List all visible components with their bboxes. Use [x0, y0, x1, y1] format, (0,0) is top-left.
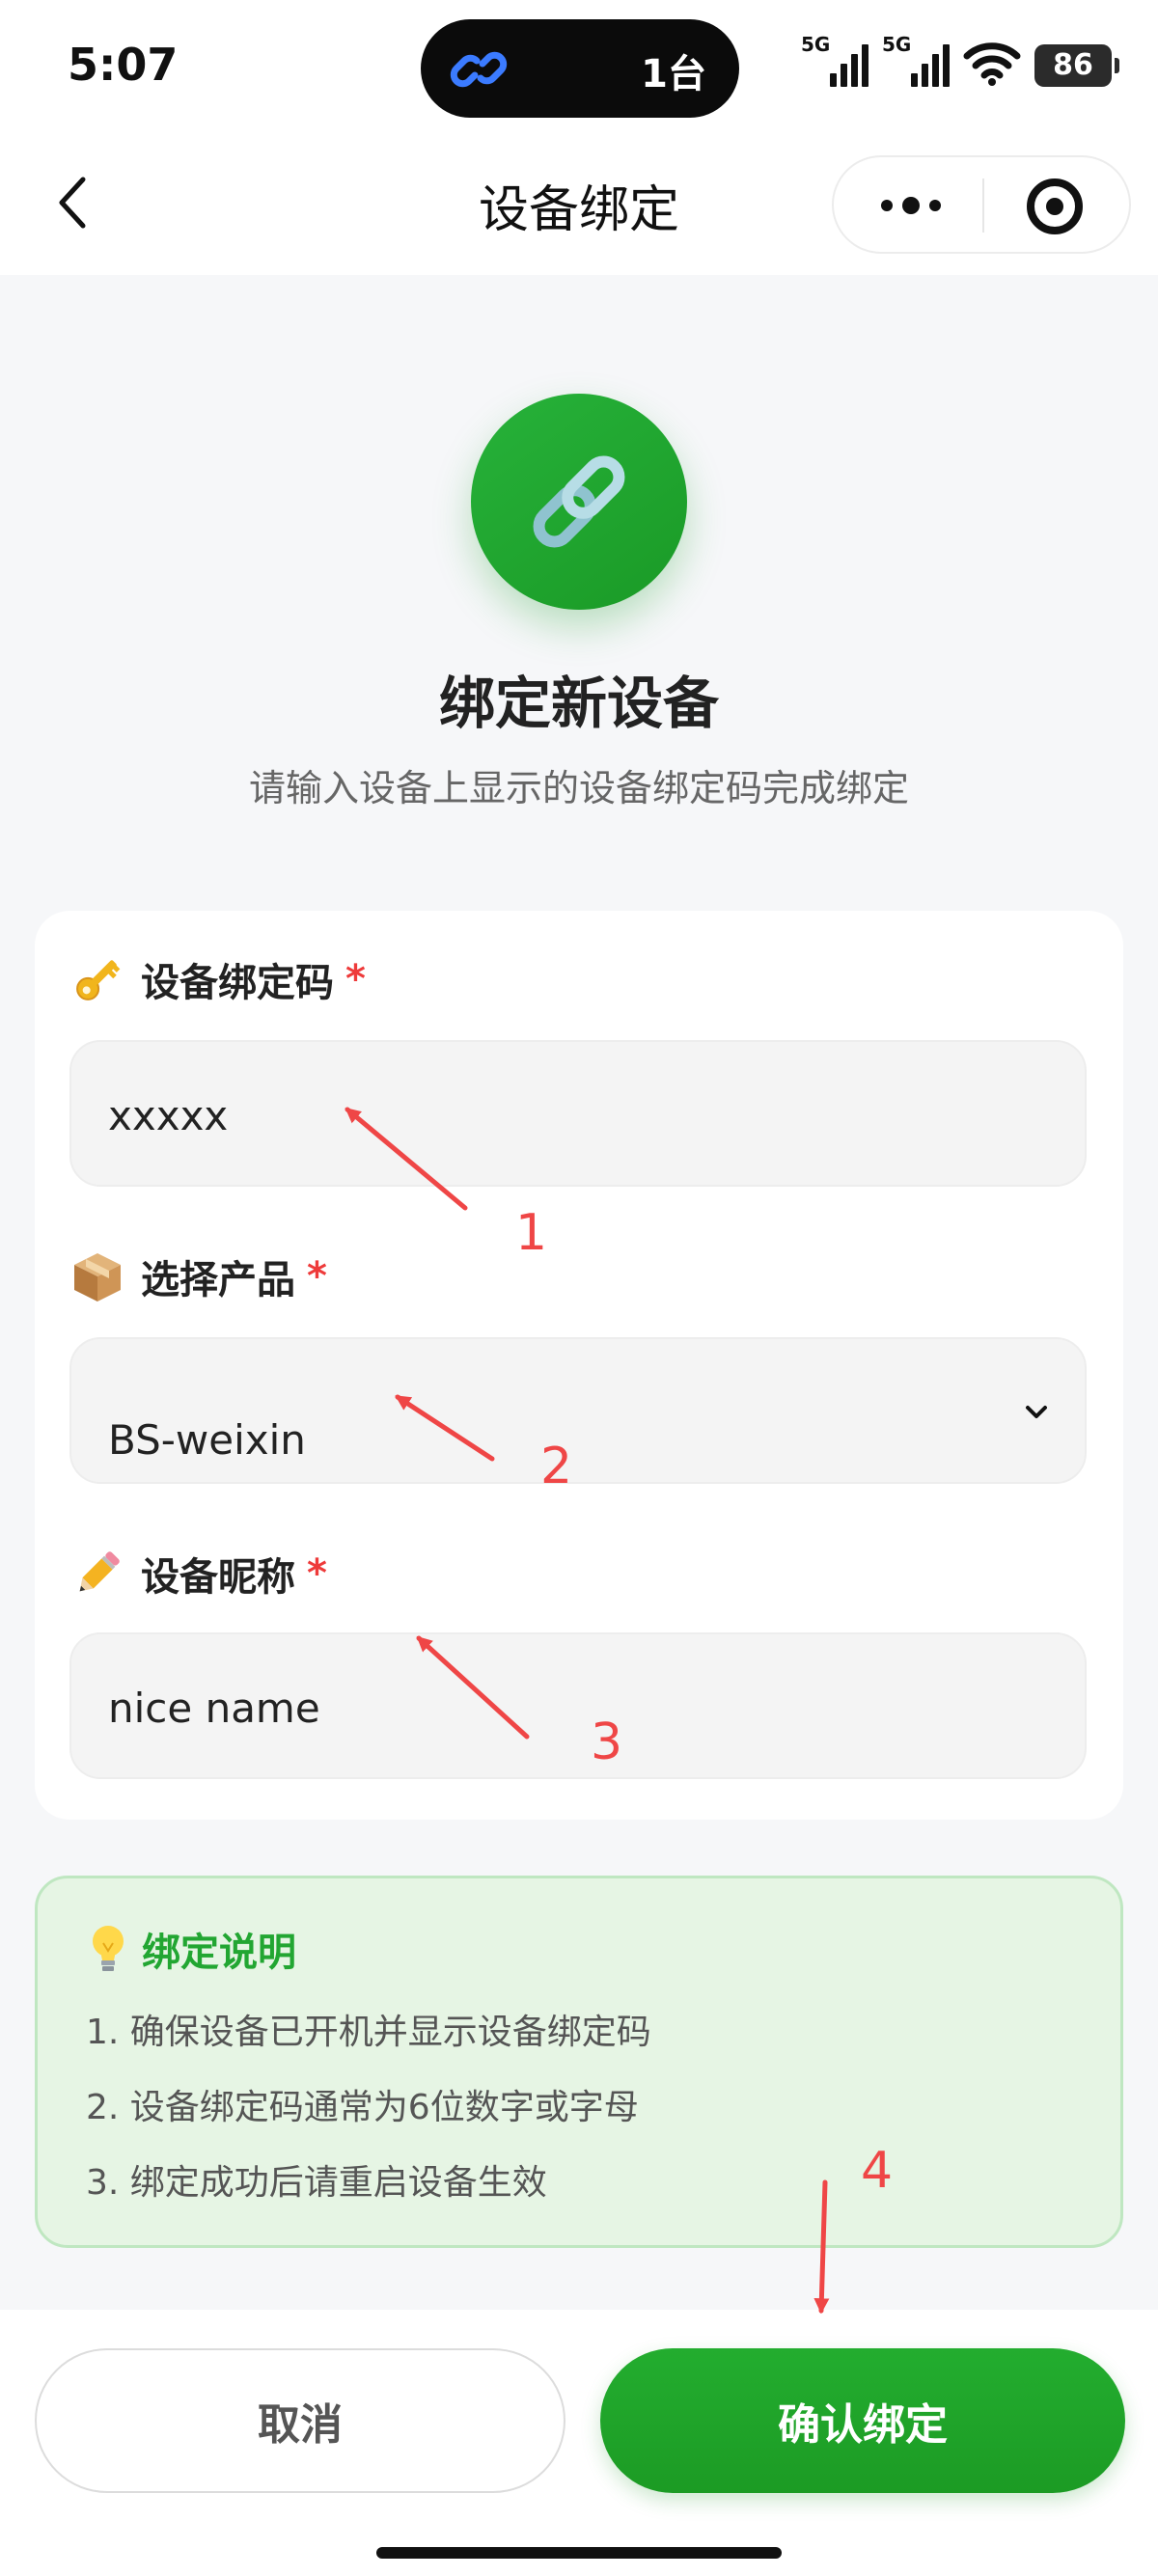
- pencil-icon: [69, 1546, 125, 1602]
- binding-tips-card: 绑定说明 1. 确保设备已开机并显示设备绑定码 2. 设备绑定码通常为6位数字或…: [35, 1876, 1123, 2248]
- lightbulb-icon: [86, 1921, 130, 1977]
- hero-title: 绑定新设备: [438, 671, 719, 736]
- status-time: 5:07: [68, 39, 179, 91]
- nav-bar: 设备绑定: [0, 140, 1158, 275]
- tip-item: 3. 绑定成功后请重启设备生效: [86, 2163, 547, 2203]
- tips-title-text: 绑定说明: [142, 1931, 296, 1975]
- annotation-number-2: 2: [540, 1438, 573, 1495]
- dynamic-island[interactable]: 1台: [421, 19, 739, 118]
- nickname-input[interactable]: nice name: [69, 1632, 1087, 1779]
- bottom-action-bar: 取消 确认绑定: [0, 2310, 1158, 2576]
- status-icons: 5G 5G 86: [801, 33, 1119, 87]
- tip-item: 2. 设备绑定码通常为6位数字或字母: [86, 2088, 639, 2127]
- code-field-label: 设备绑定码 *: [69, 951, 366, 1007]
- annotation-number-1: 1: [515, 1204, 548, 1262]
- code-label-text: 设备绑定码: [141, 961, 334, 1005]
- annotation-number-3: 3: [591, 1713, 623, 1771]
- nickname-value: nice name: [108, 1685, 320, 1732]
- package-icon: [69, 1248, 125, 1304]
- required-mark: *: [307, 1254, 327, 1299]
- key-icon: [69, 951, 125, 1007]
- island-count: 1台: [641, 52, 706, 96]
- mini-program-capsule: [832, 155, 1131, 254]
- cell-signal-2: 5G: [882, 33, 950, 87]
- home-indicator: [376, 2547, 782, 2559]
- product-select[interactable]: BS-weixin: [69, 1337, 1087, 1484]
- battery-indicator: 86: [1034, 44, 1119, 87]
- more-dot-icon: [929, 200, 941, 211]
- annotation-number-4: 4: [861, 2142, 894, 2200]
- cell-signal-1: 5G: [801, 33, 868, 87]
- chevron-down-icon: [1026, 1406, 1047, 1418]
- product-label-text: 选择产品: [141, 1258, 295, 1302]
- product-field-label: 选择产品 *: [69, 1248, 327, 1304]
- hero-subtitle: 请输入设备上显示的设备绑定码完成绑定: [248, 767, 909, 809]
- nickname-field-label: 设备昵称 *: [69, 1546, 327, 1602]
- more-menu-button[interactable]: [872, 182, 950, 229]
- signal-bars-icon: [830, 44, 868, 87]
- nickname-label-text: 设备昵称: [141, 1555, 295, 1600]
- status-bar: 5:07 1台 5G 5G 86: [0, 0, 1158, 140]
- signal-bars-icon: [911, 44, 950, 87]
- tips-title: 绑定说明: [86, 1921, 296, 1977]
- capsule-divider: [982, 178, 984, 233]
- close-mini-program-button[interactable]: [1027, 178, 1083, 234]
- more-dot-icon: [881, 200, 893, 211]
- required-mark: *: [307, 1551, 327, 1596]
- link-icon: [450, 51, 508, 88]
- signal-2-label: 5G: [882, 33, 912, 56]
- more-dot-icon: [902, 197, 920, 214]
- binding-code-input[interactable]: xxxxx: [69, 1040, 1087, 1187]
- binding-form-card: 设备绑定码 * xxxxx 选择产品 * BS-weixin 设备昵称 * ni…: [35, 911, 1123, 1820]
- signal-1-label: 5G: [801, 33, 831, 56]
- wifi-icon: [963, 42, 1021, 86]
- confirm-binding-button[interactable]: 确认绑定: [600, 2348, 1125, 2493]
- chain-link-icon: [533, 455, 625, 548]
- product-select-value: BS-weixin: [108, 1416, 306, 1464]
- tip-item: 1. 确保设备已开机并显示设备绑定码: [86, 2013, 651, 2052]
- cancel-button[interactable]: 取消: [35, 2348, 565, 2493]
- binding-code-value: xxxxx: [108, 1092, 229, 1139]
- hero-link-badge: [471, 394, 687, 610]
- required-mark: *: [345, 957, 366, 1001]
